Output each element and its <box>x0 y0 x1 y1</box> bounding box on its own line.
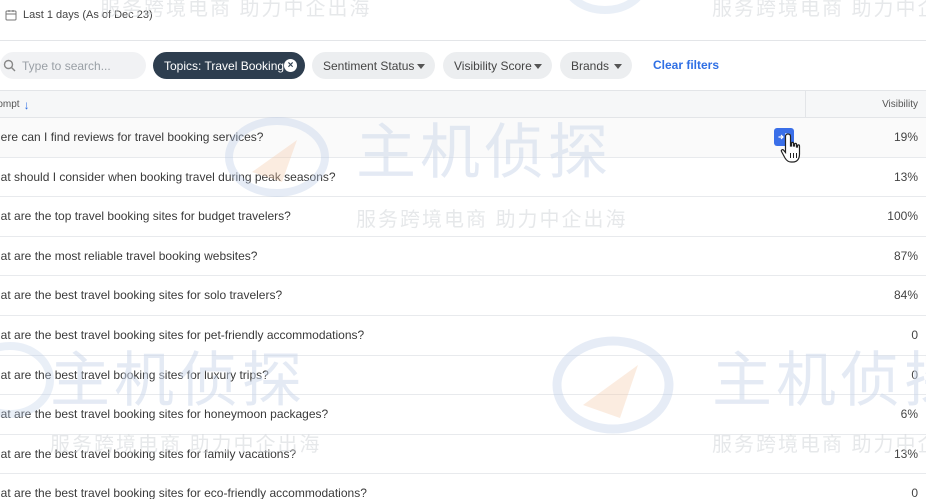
header-divider <box>0 40 926 41</box>
visibility-cell: 84% <box>893 288 918 303</box>
prompt-column-label: rompt <box>0 99 20 110</box>
table-row[interactable]: here can I find reviews for travel booki… <box>0 118 926 163</box>
table-row[interactable]: hat are the best travel booking sites fo… <box>0 276 926 316</box>
prompt-cell: here can I find reviews for travel booki… <box>0 130 264 144</box>
clear-filters-link[interactable]: Clear filters <box>653 58 719 72</box>
prompt-cell: hat are the best travel booking sites fo… <box>0 407 329 422</box>
search-icon <box>3 59 16 72</box>
table-row[interactable]: hat are the best travel booking sites fo… <box>0 474 926 499</box>
prompt-cell: hat are the best travel booking sites fo… <box>0 288 283 303</box>
table-row[interactable]: hat are the best travel booking sites fo… <box>0 356 926 396</box>
prompt-cell: hat are the best travel booking sites fo… <box>0 446 297 461</box>
prompt-cell: hat are the most reliable travel booking… <box>0 248 258 263</box>
topic-filter-label: Topics: Travel Booking <box>164 58 285 73</box>
visibility-cell: 13% <box>893 169 918 184</box>
visibility-cell: 100% <box>887 209 918 224</box>
brands-dropdown[interactable]: Brands <box>560 52 632 79</box>
table-row[interactable]: hat are the most reliable travel booking… <box>0 237 926 277</box>
sentiment-status-dropdown[interactable]: Sentiment Status <box>312 52 435 79</box>
visibility-cell: 6% <box>900 407 918 422</box>
visibility-cell: 0 <box>911 367 918 382</box>
visibility-cell: 0 <box>911 327 918 342</box>
prompt-cell: hat are the best travel booking sites fo… <box>0 327 365 342</box>
visibility-cell: 0 <box>911 486 918 499</box>
table-header: rompt ↓ Visibility <box>0 90 926 118</box>
prompt-cell: hat are the best travel booking sites fo… <box>0 486 367 499</box>
visibility-score-label: Visibility Score <box>454 58 532 73</box>
visibility-cell: 19% <box>893 130 918 144</box>
chevron-down-icon <box>614 64 622 69</box>
table-row[interactable]: hat are the best travel booking sites fo… <box>0 316 926 356</box>
chevron-down-icon <box>534 64 542 69</box>
table-row[interactable]: hat are the best travel booking sites fo… <box>0 435 926 475</box>
date-range-label: Last 1 days (As of Dec 23) <box>23 9 153 21</box>
visibility-column-header[interactable]: Visibility <box>882 99 918 110</box>
watermark-logo-icon <box>569 0 641 14</box>
visibility-cell: 87% <box>893 248 918 263</box>
visibility-score-dropdown[interactable]: Visibility Score <box>443 52 552 79</box>
watermark-tagline: 服务跨境电商 助力中企出海 <box>712 0 926 20</box>
prompt-cell: hat should I consider when booking trave… <box>0 169 336 184</box>
chevron-down-icon <box>417 64 425 69</box>
prompts-table: rompt ↓ Visibility here can I find revie… <box>0 90 926 499</box>
date-range[interactable]: Last 1 days (As of Dec 23) <box>5 9 153 21</box>
sort-arrow-down-icon[interactable]: ↓ <box>24 99 30 111</box>
table-row[interactable]: hat are the top travel booking sites for… <box>0 197 926 237</box>
prompt-cell: hat are the top travel booking sites for… <box>0 209 291 224</box>
prompt-cell: hat are the best travel booking sites fo… <box>0 367 269 382</box>
prompt-column-header[interactable]: rompt ↓ <box>0 99 30 111</box>
sentiment-status-label: Sentiment Status <box>323 58 415 73</box>
topic-filter-chip[interactable]: Topics: Travel Booking × <box>153 52 305 79</box>
search-input[interactable] <box>22 58 140 73</box>
column-divider <box>805 91 806 117</box>
visibility-cell: 13% <box>893 446 918 461</box>
search-box[interactable] <box>0 52 146 79</box>
table-row[interactable]: hat should I consider when booking trave… <box>0 158 926 198</box>
brands-label: Brands <box>571 58 610 73</box>
table-row[interactable]: hat are the best travel booking sites fo… <box>0 395 926 435</box>
remove-filter-icon[interactable]: × <box>284 59 297 72</box>
calendar-icon <box>5 9 17 21</box>
